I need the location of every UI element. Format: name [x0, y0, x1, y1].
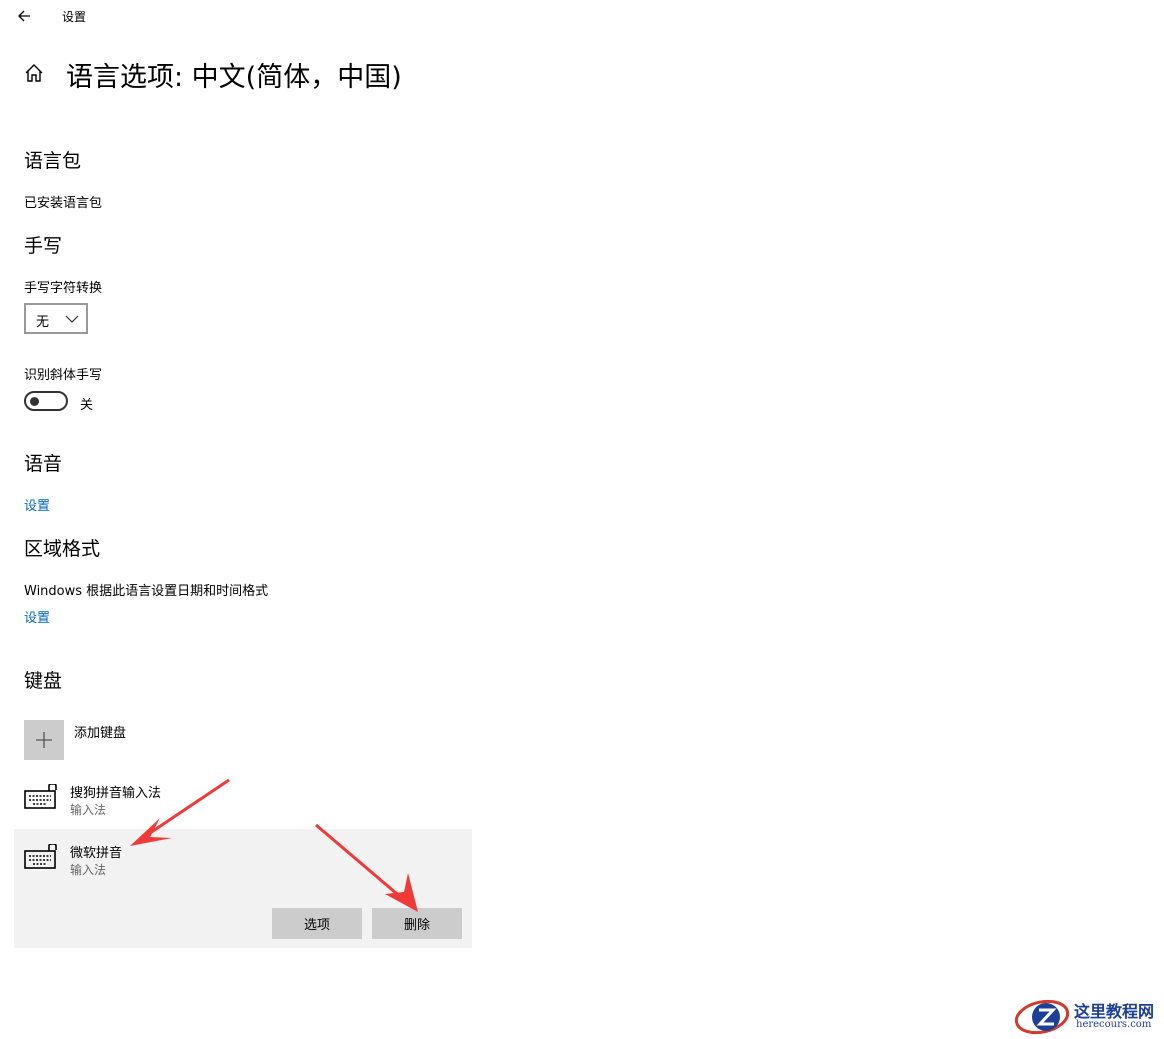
- back-arrow-icon: [18, 10, 30, 22]
- keyboard-icon: [24, 784, 57, 809]
- region-format-heading: 区域格式: [24, 538, 101, 560]
- home-icon[interactable]: [23, 62, 45, 84]
- handwriting-heading: 手写: [24, 235, 63, 257]
- watermark-url: herecours.com: [1076, 1019, 1152, 1030]
- dropdown-value: 无: [36, 315, 50, 330]
- region-settings-link[interactable]: 设置: [24, 607, 50, 626]
- add-keyboard-label[interactable]: 添加键盘: [74, 722, 126, 741]
- back-button[interactable]: [14, 6, 36, 26]
- keyboard-item-name: 微软拼音: [70, 846, 123, 861]
- plus-icon: [36, 732, 52, 748]
- handwriting-conversion-dropdown[interactable]: 无: [24, 303, 88, 334]
- keyboard-item-microsoft-pinyin[interactable]: 微软拼音 输入法 选项 删除: [14, 829, 472, 948]
- speech-settings-link[interactable]: 设置: [24, 495, 50, 514]
- toggle-knob: [30, 397, 39, 406]
- keyboard-item-type: 输入法: [70, 803, 107, 817]
- window-title: 设置: [62, 10, 87, 24]
- keyboard-item-sogou[interactable]: 搜狗拼音输入法 输入法: [14, 770, 472, 832]
- language-pack-heading: 语言包: [24, 150, 82, 172]
- watermark-logo-icon: [1014, 999, 1070, 1035]
- page-title: 语言选项: 中文(简体，中国): [66, 62, 402, 93]
- italic-handwriting-toggle[interactable]: [24, 391, 68, 411]
- keyboard-icon: [24, 844, 57, 869]
- region-format-description: Windows 根据此语言设置日期和时间格式: [24, 584, 269, 599]
- italic-handwriting-label: 识别斜体手写: [24, 368, 103, 383]
- add-keyboard-button[interactable]: [24, 720, 64, 760]
- toggle-state-label: 关: [80, 398, 94, 413]
- chevron-down-icon: [65, 315, 79, 323]
- watermark: 这里教程网 herecours.com: [1012, 996, 1162, 1038]
- keyboard-heading: 键盘: [24, 670, 63, 692]
- remove-button[interactable]: 删除: [372, 908, 462, 939]
- keyboard-item-type: 输入法: [70, 863, 107, 877]
- language-pack-status: 已安装语言包: [24, 196, 103, 211]
- handwriting-conversion-label: 手写字符转换: [24, 281, 103, 296]
- speech-heading: 语音: [24, 453, 63, 475]
- keyboard-item-name: 搜狗拼音输入法: [70, 786, 162, 801]
- options-button[interactable]: 选项: [272, 908, 362, 939]
